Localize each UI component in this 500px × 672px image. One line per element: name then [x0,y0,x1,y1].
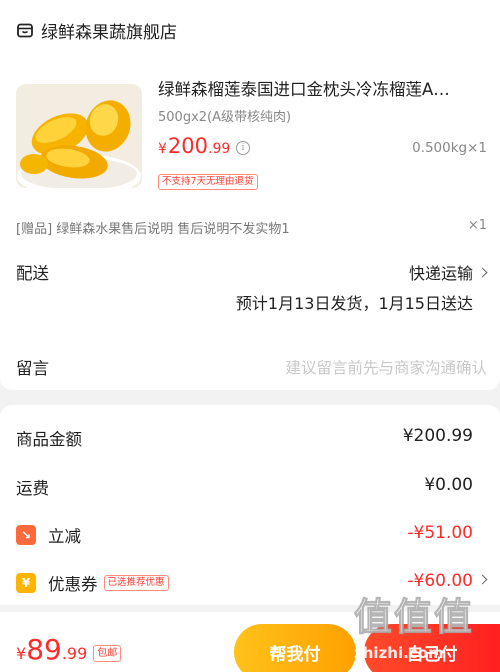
price-integer: 200 [167,134,209,158]
delivery-eta: 预计1月13日发货，1月15日送达 [235,294,473,313]
coupon-label: 优惠券 [48,575,98,594]
product-title[interactable]: 绿鲜森榴莲泰国进口金枕头冷冻榴莲A… [158,76,483,100]
product-quantity: 0.500kg×1 [412,140,487,156]
freight-label: 运费 [16,479,49,498]
self-pay-button[interactable]: 自己付 [364,624,500,672]
chevron-right-icon [477,267,488,277]
gift-item: [赠品] 绿鲜森水果售后说明 售后说明不发实物1 [16,222,290,237]
info-icon[interactable]: i [236,141,250,155]
goods-amount-label: 商品金额 [16,430,82,449]
store-icon [17,23,33,38]
product-image[interactable] [16,84,142,188]
discount-value: -¥51.00 [407,523,473,543]
total-price: ¥ 89 .99 包邮 [16,633,122,666]
help-pay-button[interactable]: 帮我付 [234,624,356,672]
shipping-method-selector[interactable]: 快递运输 [408,260,488,284]
product-price: ¥ 200 .99 [158,134,230,158]
delivery-label: 配送 [16,264,49,283]
total-symbol: ¥ [16,644,27,663]
order-card [0,0,500,390]
shipping-method: 快递运输 [408,264,473,283]
message-label: 留言 [16,359,49,378]
price-symbol: ¥ [158,141,167,157]
coupon-recommend-tag: 已选推荐优惠 [103,575,169,591]
store-name: 绿鲜森果蔬旗舰店 [41,22,177,43]
total-decimal: .99 [61,644,88,663]
store-header[interactable]: 绿鲜森果蔬旗舰店 [16,17,177,43]
coupon-value[interactable]: -¥60.00 [407,571,473,591]
message-input[interactable]: 建议留言前先与商家沟通确认 [285,356,487,378]
price-decimal: .99 [208,141,231,157]
goods-amount-value: ¥200.99 [402,426,473,446]
discount-label: 立减 [48,527,81,546]
discount-arrow-icon: ↘ [16,525,36,545]
discount-row: ↘ 立减 [16,523,81,547]
coupon-icon: ¥ [16,573,36,593]
total-integer: 89 [26,633,62,666]
coupon-row[interactable]: ¥ 优惠券 已选推荐优惠 [16,571,169,595]
gift-quantity: ×1 [467,218,487,233]
freight-value: ¥0.00 [424,475,473,495]
no-return-tag: 不支持7天无理由退货 [158,174,258,190]
product-spec: 500gx2(A级带核纯肉) [158,110,292,125]
free-shipping-tag: 包邮 [93,645,122,662]
